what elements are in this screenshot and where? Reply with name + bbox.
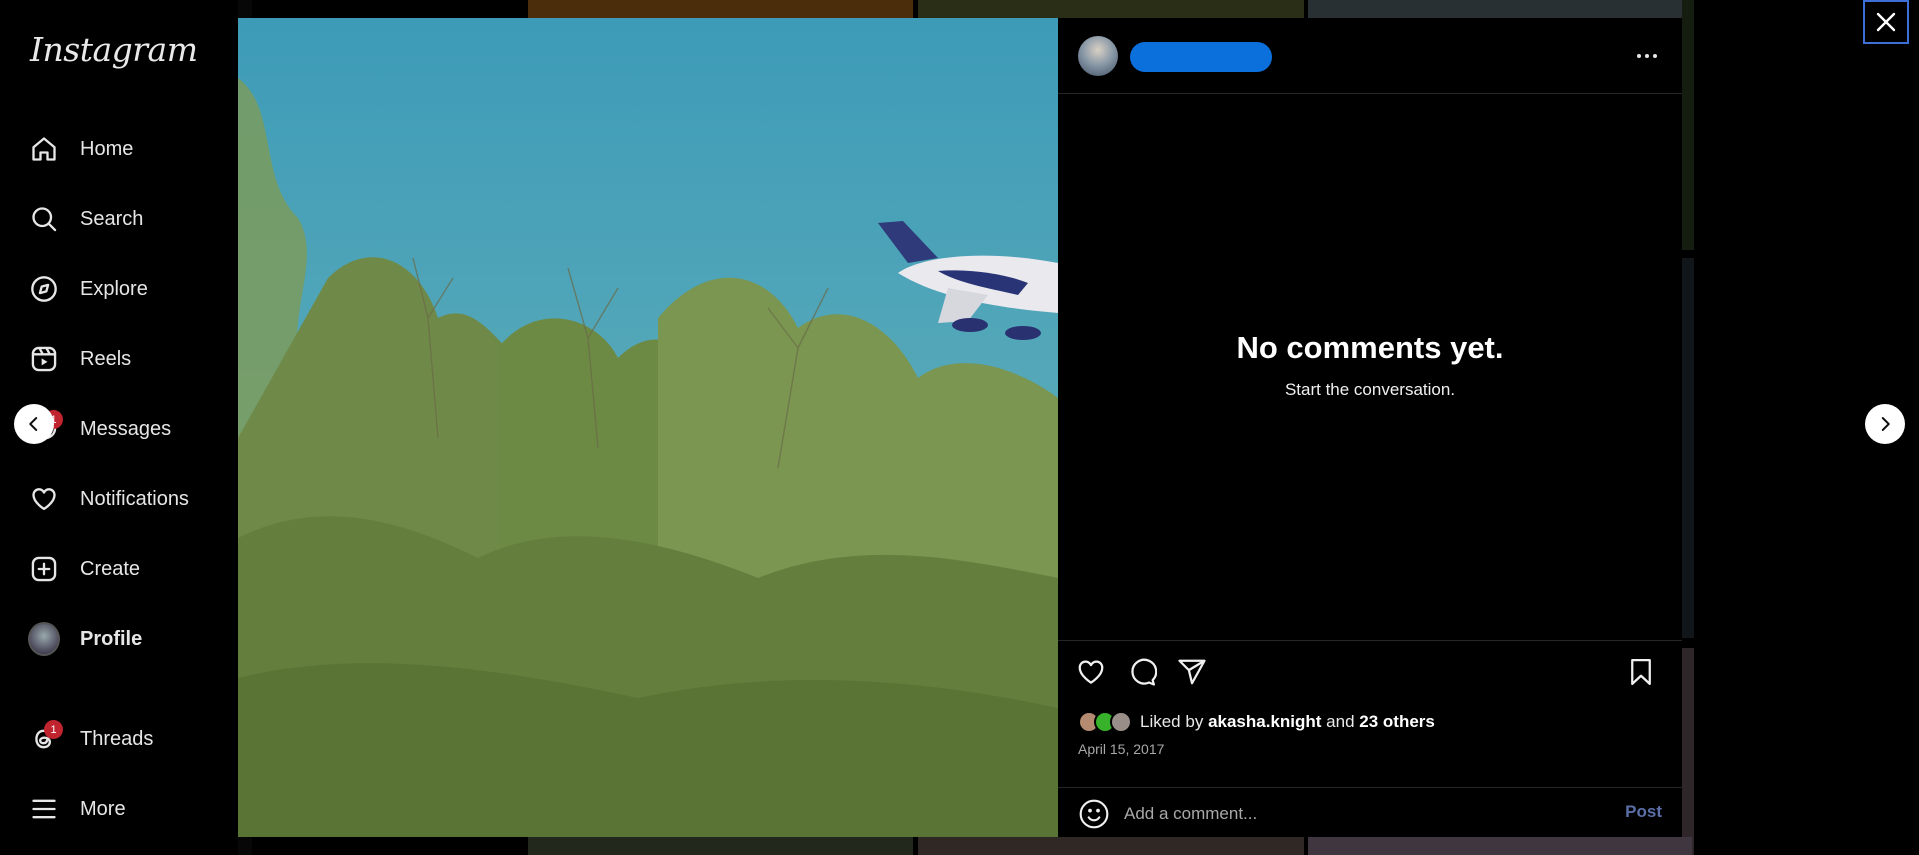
post-date[interactable]: April 15, 2017	[1078, 741, 1164, 757]
liked-and: and	[1326, 712, 1355, 731]
photo-trees-airplane	[238, 18, 1058, 837]
save-button[interactable]	[1624, 655, 1658, 689]
author-username-redacted[interactable]	[1130, 42, 1272, 72]
sidebar-item-reels[interactable]: Reels	[28, 337, 131, 381]
comment-button[interactable]	[1125, 655, 1159, 689]
liked-others-link[interactable]: 23 others	[1359, 712, 1435, 731]
chevron-right-icon	[1881, 417, 1890, 431]
empty-subtitle: Start the conversation.	[1284, 380, 1456, 399]
liked-by: Liked by akasha.knight and 23 others	[1078, 711, 1435, 733]
sidebar-item-label: Threads	[80, 727, 154, 750]
liked-by-text: Liked by akasha.knight and 23 others	[1140, 712, 1435, 732]
previous-post-button[interactable]	[14, 404, 54, 444]
chevron-left-icon	[29, 417, 38, 431]
sidebar-item-label: More	[80, 797, 126, 820]
sidebar-item-label: Reels	[80, 347, 132, 370]
sidebar-item-label: Explore	[80, 277, 148, 300]
sidebar-item-label: Notifications	[80, 487, 189, 510]
sidebar-item-create[interactable]: Create	[28, 547, 140, 591]
sidebar-item-label: Search	[80, 207, 144, 230]
comments-empty-state: No comments yet. Start the conversation.	[1058, 330, 1682, 400]
close-button[interactable]	[1863, 0, 1909, 44]
smiley-icon	[1079, 799, 1109, 829]
plus-square-icon	[28, 553, 60, 585]
more-options-button[interactable]	[1632, 46, 1662, 66]
profile-avatar	[28, 622, 60, 656]
liker-avatar[interactable]	[1110, 711, 1132, 733]
heart-icon	[28, 483, 60, 515]
post-comment-button[interactable]: Post	[1625, 802, 1662, 822]
post-photo[interactable]	[238, 18, 1058, 837]
next-post-button[interactable]	[1865, 404, 1905, 444]
share-button[interactable]	[1175, 655, 1209, 689]
post-header	[1058, 18, 1682, 94]
compass-icon	[28, 273, 60, 305]
search-icon	[28, 203, 60, 235]
sidebar-item-label: Home	[80, 137, 134, 160]
liked-prefix: Liked by	[1140, 712, 1204, 731]
empty-title: No comments yet.	[1236, 330, 1504, 365]
post-modal: No comments yet. Start the conversation.	[238, 18, 1682, 837]
sidebar-item-home[interactable]: Home	[28, 127, 133, 171]
liked-user-link[interactable]: akasha.knight	[1208, 712, 1321, 731]
close-icon	[1876, 12, 1896, 32]
threads-icon: 1	[28, 720, 63, 755]
sidebar-item-label: Messages	[80, 417, 172, 440]
more-dots-icon	[1637, 54, 1641, 58]
post-details-panel: No comments yet. Start the conversation.	[1058, 18, 1682, 837]
post-actions: Liked by akasha.knight and 23 others Apr…	[1058, 640, 1682, 787]
hamburger-icon	[28, 793, 60, 825]
heart-icon	[1078, 660, 1104, 684]
sidebar-item-search[interactable]: Search	[28, 197, 143, 241]
reels-icon	[28, 343, 60, 375]
sidebar-item-more[interactable]: More	[28, 787, 126, 831]
sidebar-item-explore[interactable]: Explore	[28, 267, 148, 311]
sidebar-item-profile[interactable]: Profile	[28, 617, 142, 661]
emoji-button[interactable]	[1078, 798, 1110, 830]
home-icon	[28, 133, 60, 165]
sidebar-item-label: Profile	[80, 627, 143, 650]
instagram-post-view: Instagram Home Search Explore Reels Mess…	[0, 0, 1919, 855]
author-avatar[interactable]	[1078, 36, 1118, 76]
like-button[interactable]	[1074, 655, 1108, 689]
comment-composer: Post	[1058, 787, 1682, 837]
threads-badge: 1	[44, 720, 63, 739]
instagram-logo[interactable]: Instagram	[30, 30, 198, 69]
send-icon	[1178, 659, 1206, 685]
sidebar-item-label: Create	[80, 557, 141, 580]
bookmark-icon	[1631, 659, 1651, 685]
sidebar-item-notifications[interactable]: Notifications	[28, 477, 189, 521]
sidebar-item-threads[interactable]: 1 Threads	[28, 717, 153, 761]
comment-icon	[1131, 658, 1157, 686]
comment-input[interactable]	[1124, 800, 1584, 828]
